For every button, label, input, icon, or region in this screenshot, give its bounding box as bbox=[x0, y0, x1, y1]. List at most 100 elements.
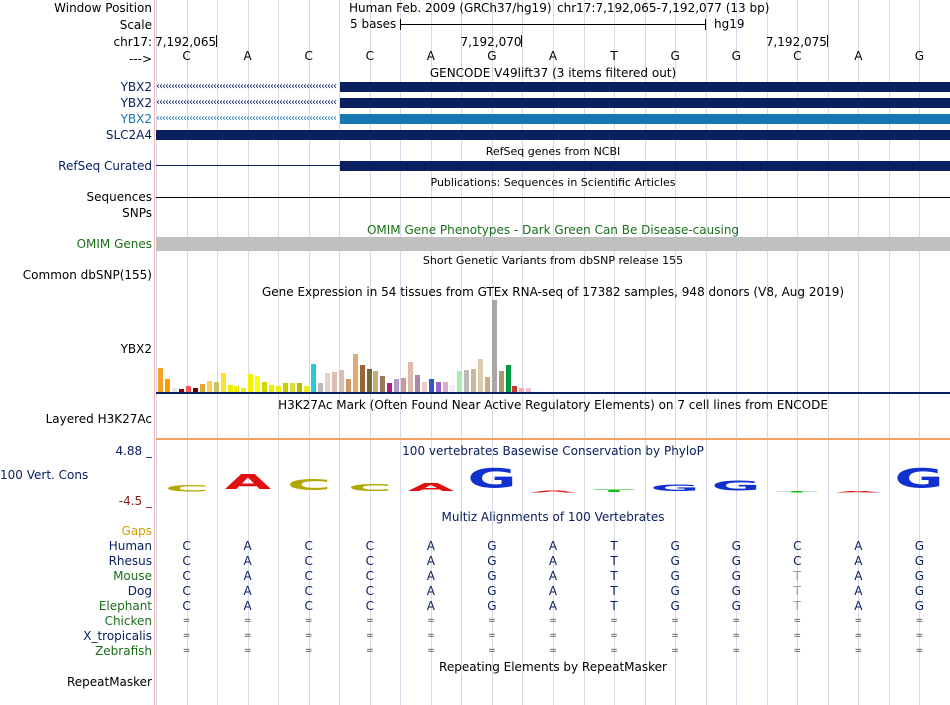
gtex-tissue-bar[interactable] bbox=[359, 365, 365, 392]
alignment-base: A bbox=[426, 539, 435, 553]
phylop-track-label[interactable]: 100 Vert. Cons bbox=[0, 468, 88, 482]
gtex-tissue-bar[interactable] bbox=[345, 379, 351, 392]
h3k27ac-track-title[interactable]: H3K27Ac Mark (Often Found Near Active Re… bbox=[156, 398, 950, 412]
dbsnp-track-title[interactable]: Short Genetic Variants from dbSNP releas… bbox=[156, 254, 950, 268]
position-text: chr17:7,192,065-7,192,077 (13 bp) bbox=[557, 1, 770, 15]
publications-sequences-label[interactable]: Sequences bbox=[0, 190, 152, 204]
ybx2-exon-block-1[interactable] bbox=[340, 82, 950, 92]
chrom-label: chr17: bbox=[113, 35, 152, 49]
omim-gene-block[interactable] bbox=[156, 237, 950, 251]
gencode-item-label-4[interactable]: SLC2A4 bbox=[0, 128, 152, 142]
omim-genes-label[interactable]: OMIM Genes bbox=[0, 237, 152, 251]
multiz-track-title[interactable]: Multiz Alignments of 100 Vertebrates bbox=[156, 510, 950, 524]
species-label[interactable]: Dog bbox=[0, 584, 152, 598]
gtex-tissue-bar[interactable] bbox=[297, 383, 302, 392]
gtex-tissue-bar[interactable] bbox=[338, 370, 344, 392]
refseq-intron-line[interactable] bbox=[156, 165, 340, 166]
genome-browser-image[interactable]: Window Position Human Feb. 2009 (GRCh37/… bbox=[0, 0, 950, 705]
species-label[interactable]: Rhesus bbox=[0, 554, 152, 568]
gencode-track-title[interactable]: GENCODE V49lift37 (3 items filtered out) bbox=[156, 66, 950, 80]
gtex-tissue-bar[interactable] bbox=[401, 378, 407, 392]
species-label[interactable]: Zebrafish bbox=[0, 644, 152, 658]
gtex-tissue-bar[interactable] bbox=[220, 373, 226, 392]
gtex-tissue-bar[interactable] bbox=[436, 382, 441, 392]
gtex-expression-chart[interactable] bbox=[156, 300, 556, 392]
gtex-tissue-bar[interactable] bbox=[394, 379, 400, 392]
slc2a4-exon-block[interactable] bbox=[156, 130, 950, 140]
gencode-item-label-1[interactable]: YBX2 bbox=[0, 80, 152, 94]
gtex-tissue-bar[interactable] bbox=[422, 382, 428, 392]
species-label[interactable]: Elephant bbox=[0, 599, 152, 613]
publications-snps-label[interactable]: SNPs bbox=[0, 206, 152, 220]
gtex-tissue-bar[interactable] bbox=[262, 382, 268, 392]
gtex-tissue-bar[interactable] bbox=[373, 371, 379, 392]
species-label[interactable]: X_tropicalis bbox=[0, 629, 152, 643]
gtex-tissue-bar[interactable] bbox=[269, 385, 275, 392]
gtex-tissue-bar[interactable] bbox=[164, 379, 170, 392]
gtex-tissue-bar[interactable] bbox=[199, 384, 205, 392]
gencode-item-label-2[interactable]: YBX2 bbox=[0, 96, 152, 110]
publications-track-title[interactable]: Publications: Sequences in Scientific Ar… bbox=[156, 176, 950, 190]
gtex-gene-label[interactable]: YBX2 bbox=[0, 342, 152, 356]
ybx2-intron-arrows-2[interactable]: ‹‹‹‹‹‹‹‹‹‹‹‹‹‹‹‹‹‹‹‹‹‹‹‹‹‹‹‹‹‹‹‹‹‹‹‹‹‹‹‹… bbox=[156, 98, 340, 108]
omim-track-title[interactable]: OMIM Gene Phenotypes - Dark Green Can Be… bbox=[156, 223, 950, 237]
gtex-tissue-bar[interactable] bbox=[206, 381, 212, 392]
gtex-tissue-bar[interactable] bbox=[290, 383, 296, 392]
gtex-tissue-bar[interactable] bbox=[387, 383, 393, 392]
ybx2-intron-arrows-1[interactable]: ‹‹‹‹‹‹‹‹‹‹‹‹‹‹‹‹‹‹‹‹‹‹‹‹‹‹‹‹‹‹‹‹‹‹‹‹‹‹‹‹… bbox=[156, 82, 340, 92]
species-label[interactable]: Mouse bbox=[0, 569, 152, 583]
alignment-base: C bbox=[182, 554, 191, 568]
alignment-base: A bbox=[854, 569, 863, 583]
repeatmasker-track-title[interactable]: Repeating Elements by RepeatMasker bbox=[156, 660, 950, 674]
gtex-tissue-bar[interactable] bbox=[310, 364, 316, 392]
gtex-tissue-bar[interactable] bbox=[449, 385, 455, 392]
gtex-tissue-bar[interactable] bbox=[331, 372, 337, 392]
alignment-base: = bbox=[243, 631, 252, 641]
repeatmasker-label[interactable]: RepeatMasker bbox=[0, 675, 152, 689]
gtex-tissue-bar[interactable] bbox=[317, 383, 323, 392]
gtex-tissue-bar[interactable] bbox=[248, 374, 254, 392]
gtex-tissue-bar[interactable] bbox=[491, 300, 497, 392]
ybx2-exon-block-3[interactable] bbox=[340, 114, 950, 124]
h3k27ac-label[interactable]: Layered H3K27Ac bbox=[0, 412, 152, 426]
alignment-base: G bbox=[914, 569, 925, 583]
gtex-tissue-bar[interactable] bbox=[429, 379, 435, 392]
phylop-logo[interactable]: CACCAGATGGTAG bbox=[156, 456, 950, 493]
dbsnp-label[interactable]: Common dbSNP(155) bbox=[0, 268, 152, 282]
gtex-track-title[interactable]: Gene Expression in 54 tissues from GTEx … bbox=[156, 285, 950, 299]
ybx2-intron-arrows-3[interactable]: ‹‹‹‹‹‹‹‹‹‹‹‹‹‹‹‹‹‹‹‹‹‹‹‹‹‹‹‹‹‹‹‹‹‹‹‹‹‹‹‹… bbox=[156, 114, 340, 124]
gtex-tissue-bar[interactable] bbox=[408, 362, 414, 392]
gencode-item-label-3[interactable]: YBX2 bbox=[0, 112, 152, 126]
species-label[interactable]: Human bbox=[0, 539, 152, 553]
gtex-tissue-bar[interactable] bbox=[158, 368, 163, 392]
gtex-tissue-bar[interactable] bbox=[477, 359, 483, 392]
species-label[interactable]: Chicken bbox=[0, 614, 152, 628]
refseq-exon-block[interactable] bbox=[340, 161, 950, 171]
gtex-tissue-bar[interactable] bbox=[456, 371, 462, 392]
gtex-tissue-bar[interactable] bbox=[380, 376, 386, 392]
gtex-tissue-bar[interactable] bbox=[463, 370, 469, 392]
base-letter: G bbox=[731, 49, 741, 63]
gtex-tissue-bar[interactable] bbox=[352, 354, 358, 392]
gtex-tissue-bar[interactable] bbox=[366, 369, 372, 392]
gtex-tissue-bar[interactable] bbox=[324, 373, 330, 392]
alignment-base: = bbox=[793, 646, 802, 656]
gtex-tissue-bar[interactable] bbox=[505, 365, 511, 392]
gtex-tissue-bar[interactable] bbox=[484, 377, 490, 392]
alignment-base: C bbox=[365, 584, 374, 598]
refseq-track-title[interactable]: RefSeq genes from NCBI bbox=[156, 145, 950, 159]
ybx2-exon-block-2[interactable] bbox=[340, 98, 950, 108]
gtex-tissue-bar[interactable] bbox=[283, 383, 289, 392]
gtex-tissue-bar[interactable] bbox=[255, 376, 261, 392]
gtex-tissue-bar[interactable] bbox=[213, 382, 219, 392]
gtex-tissue-bar[interactable] bbox=[415, 375, 421, 392]
gtex-tissue-bar[interactable] bbox=[442, 382, 448, 392]
gtex-tissue-bar[interactable] bbox=[470, 369, 476, 392]
alignment-base: C bbox=[365, 539, 374, 553]
alignment-base: G bbox=[914, 584, 925, 598]
alignment-base: A bbox=[426, 584, 435, 598]
refseq-curated-label[interactable]: RefSeq Curated bbox=[0, 159, 152, 173]
gtex-tissue-bar[interactable] bbox=[227, 385, 233, 392]
publications-sequences-line[interactable] bbox=[156, 197, 950, 198]
gtex-tissue-bar[interactable] bbox=[498, 371, 504, 392]
